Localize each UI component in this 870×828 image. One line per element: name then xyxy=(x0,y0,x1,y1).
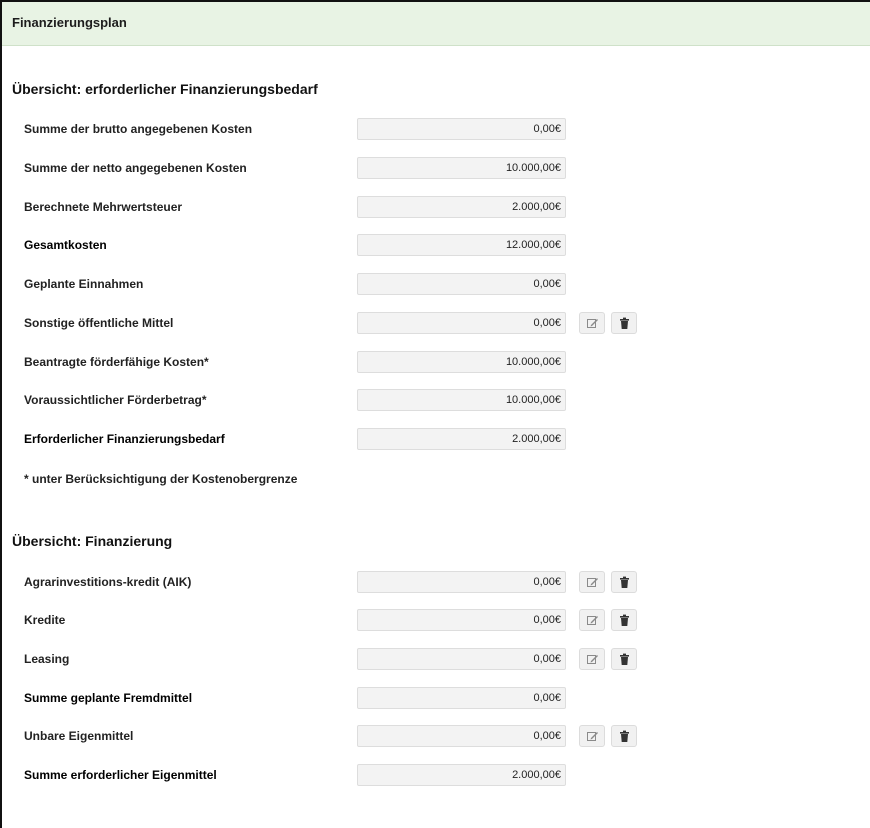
value-unbare-eigenmittel: 0,00€ xyxy=(357,725,566,747)
value-gesamtkosten: 12.000,00€ xyxy=(357,234,566,256)
delete-button-leasing[interactable] xyxy=(611,648,637,670)
row-label-sonstige-mittel: Sonstige öffentliche Mittel xyxy=(24,316,174,330)
trash-icon xyxy=(620,730,629,742)
value-summe-fremdmittel: 0,00€ xyxy=(357,687,566,709)
row-label-summe-eigenmittel: Summe erforderlicher Eigenmittel xyxy=(24,768,217,782)
value-kredite: 0,00€ xyxy=(357,609,566,631)
panel-header: Finanzierungsplan xyxy=(2,2,870,46)
edit-icon xyxy=(587,655,598,664)
edit-icon xyxy=(587,732,598,741)
edit-button-unbare-eigenmittel[interactable] xyxy=(579,725,605,747)
row-label-foerderbetrag: Voraussichtlicher Förderbetrag* xyxy=(24,393,207,407)
edit-icon xyxy=(587,319,598,328)
value-sonstige-mittel: 0,00€ xyxy=(357,312,566,334)
trash-icon xyxy=(620,614,629,626)
value-mehrwertsteuer: 2.000,00€ xyxy=(357,196,566,218)
value-brutto-kosten: 0,00€ xyxy=(357,118,566,140)
delete-button-sonstige-mittel[interactable] xyxy=(611,312,637,334)
delete-button-unbare-eigenmittel[interactable] xyxy=(611,725,637,747)
edit-button-sonstige-mittel[interactable] xyxy=(579,312,605,334)
row-label-finanzierungsbedarf: Erforderlicher Finanzierungsbedarf xyxy=(24,432,225,446)
edit-button-leasing[interactable] xyxy=(579,648,605,670)
section-title-bedarf: Übersicht: erforderlicher Finanzierungsb… xyxy=(12,81,318,97)
row-label-foerderfaehige-kosten: Beantragte förderfähige Kosten* xyxy=(24,355,209,369)
trash-icon xyxy=(620,317,629,329)
panel-title: Finanzierungsplan xyxy=(12,15,127,30)
value-foerderbetrag: 10.000,00€ xyxy=(357,389,566,411)
row-label-einnahmen: Geplante Einnahmen xyxy=(24,277,144,291)
edit-icon xyxy=(587,616,598,625)
footnote-kostenobergrenze: * unter Berücksichtigung der Kostenoberg… xyxy=(24,472,298,486)
value-aik: 0,00€ xyxy=(357,571,566,593)
value-netto-kosten: 10.000,00€ xyxy=(357,157,566,179)
row-label-leasing: Leasing xyxy=(24,652,70,666)
row-label-mehrwertsteuer: Berechnete Mehrwertsteuer xyxy=(24,200,183,214)
row-label-aik: Agrarinvestitions-kredit (AIK) xyxy=(24,575,192,589)
section-title-finanzierung: Übersicht: Finanzierung xyxy=(12,533,173,549)
trash-icon xyxy=(620,576,629,588)
edit-icon xyxy=(587,578,598,587)
edit-button-kredite[interactable] xyxy=(579,609,605,631)
row-label-summe-fremdmittel: Summe geplante Fremdmittel xyxy=(24,691,193,705)
trash-icon xyxy=(620,653,629,665)
row-label-brutto-kosten: Summe der brutto angegebenen Kosten xyxy=(24,122,253,136)
value-summe-eigenmittel: 2.000,00€ xyxy=(357,764,566,786)
financing-plan-panel: Finanzierungsplan Übersicht: erforderlic… xyxy=(0,0,870,828)
row-label-gesamtkosten: Gesamtkosten xyxy=(24,238,107,252)
value-einnahmen: 0,00€ xyxy=(357,273,566,295)
delete-button-aik[interactable] xyxy=(611,571,637,593)
edit-button-aik[interactable] xyxy=(579,571,605,593)
value-foerderfaehige-kosten: 10.000,00€ xyxy=(357,351,566,373)
row-label-kredite: Kredite xyxy=(24,613,66,627)
delete-button-kredite[interactable] xyxy=(611,609,637,631)
value-leasing: 0,00€ xyxy=(357,648,566,670)
row-label-unbare-eigenmittel: Unbare Eigenmittel xyxy=(24,729,134,743)
value-finanzierungsbedarf: 2.000,00€ xyxy=(357,428,566,450)
row-label-netto-kosten: Summe der netto angegebenen Kosten xyxy=(24,161,247,175)
